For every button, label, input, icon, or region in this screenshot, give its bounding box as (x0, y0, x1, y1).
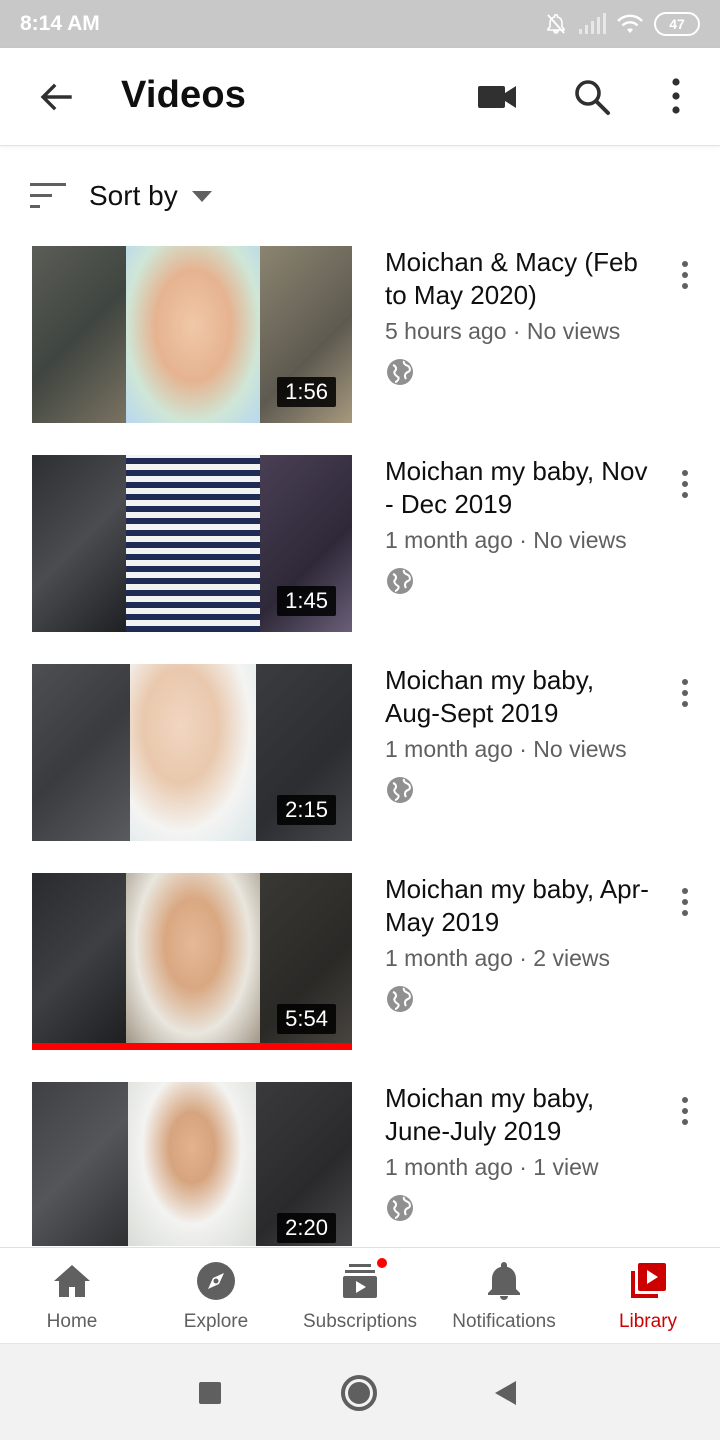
video-thumbnail[interactable]: 1:45 (32, 455, 352, 632)
subscriptions-icon (343, 1264, 377, 1298)
video-title[interactable]: Moichan my baby, Apr-May 2019 (385, 873, 653, 939)
video-thumbnail[interactable]: 5:54 (32, 873, 352, 1050)
battery-icon: 47 (654, 12, 700, 36)
bottom-nav: Home Explore Subscriptions Notifications… (0, 1247, 720, 1343)
nav-home[interactable]: Home (0, 1248, 144, 1344)
back-arrow-icon[interactable] (36, 77, 76, 117)
bell-icon (488, 1262, 520, 1300)
back-triangle-icon[interactable] (495, 1381, 516, 1405)
compass-icon (197, 1262, 235, 1300)
video-item[interactable]: 2:20 Moichan my baby, June-July 2019 1 m… (0, 1082, 720, 1260)
video-title[interactable]: Moichan my baby, Aug-Sept 2019 (385, 664, 653, 730)
globe-icon (387, 986, 413, 1012)
video-info: Moichan & Macy (Feb to May 2020) 5 hours… (385, 246, 653, 387)
home-icon (54, 1265, 90, 1297)
video-title[interactable]: Moichan my baby, June-July 2019 (385, 1082, 653, 1148)
video-thumbnail[interactable]: 1:56 (32, 246, 352, 423)
nav-home-label: Home (46, 1311, 98, 1332)
video-info: Moichan my baby, June-July 2019 1 month … (385, 1082, 653, 1223)
video-meta: 1 month ago · 1 view (385, 1154, 599, 1180)
video-item[interactable]: 1:45 Moichan my baby, Nov - Dec 2019 1 m… (0, 455, 720, 633)
video-duration: 1:45 (277, 586, 336, 616)
more-vert-icon[interactable] (672, 678, 698, 708)
video-info: Moichan my baby, Apr-May 2019 1 month ag… (385, 873, 653, 1014)
video-duration: 5:54 (277, 1004, 336, 1034)
status-bar: 8:14 AM 47 (0, 0, 720, 48)
wifi-icon (617, 14, 643, 33)
globe-icon (387, 359, 413, 385)
nav-library[interactable]: Library (576, 1248, 720, 1344)
video-item[interactable]: 2:15 Moichan my baby, Aug-Sept 2019 1 mo… (0, 664, 720, 842)
video-item[interactable]: 5:54 Moichan my baby, Apr-May 2019 1 mon… (0, 873, 720, 1051)
video-title[interactable]: Moichan & Macy (Feb to May 2020) (385, 246, 653, 312)
more-vert-icon[interactable] (664, 76, 688, 116)
status-icons: 47 (544, 12, 700, 36)
video-camera-icon[interactable] (476, 78, 518, 116)
nav-explore-label: Explore (183, 1311, 249, 1332)
video-meta: 5 hours ago · No views (385, 318, 621, 344)
app-bar: Videos (0, 48, 720, 146)
more-vert-icon[interactable] (672, 1096, 698, 1126)
video-info: Moichan my baby, Nov - Dec 2019 1 month … (385, 455, 653, 596)
nav-notifications[interactable]: Notifications (432, 1248, 576, 1344)
video-meta: 1 month ago · No views (385, 527, 627, 553)
nav-subscriptions[interactable]: Subscriptions (288, 1248, 432, 1344)
watched-progress-bar (32, 1043, 352, 1050)
signal-icon (579, 13, 606, 34)
sort-icon (30, 183, 66, 208)
video-duration: 2:20 (277, 1213, 336, 1243)
nav-subscriptions-label: Subscriptions (302, 1311, 418, 1332)
battery-level: 47 (669, 16, 685, 32)
video-thumbnail[interactable]: 2:20 (32, 1082, 352, 1246)
library-icon (631, 1263, 666, 1298)
video-meta: 1 month ago · 2 views (385, 945, 611, 971)
globe-icon (387, 1195, 413, 1221)
more-vert-icon[interactable] (672, 260, 698, 290)
bell-off-icon (547, 14, 565, 34)
video-duration: 2:15 (277, 795, 336, 825)
nav-library-label: Library (618, 1311, 678, 1332)
nav-explore[interactable]: Explore (144, 1248, 288, 1344)
video-duration: 1:56 (277, 377, 336, 407)
video-thumbnail[interactable]: 2:15 (32, 664, 352, 841)
globe-icon (387, 777, 413, 803)
globe-icon (387, 568, 413, 594)
more-vert-icon[interactable] (672, 469, 698, 499)
nav-notifications-label: Notifications (452, 1311, 556, 1332)
search-icon[interactable] (572, 77, 612, 117)
recents-square-icon[interactable] (199, 1382, 221, 1404)
notification-dot (375, 1256, 389, 1270)
home-circle-icon[interactable] (341, 1375, 377, 1411)
more-vert-icon[interactable] (672, 887, 698, 917)
video-meta: 1 month ago · No views (385, 736, 627, 762)
sort-button[interactable]: Sort by (0, 166, 720, 228)
system-nav-bar (0, 1343, 720, 1440)
page-title: Videos (121, 74, 247, 116)
sort-label: Sort by (89, 180, 178, 211)
video-item[interactable]: 1:56 Moichan & Macy (Feb to May 2020) 5 … (0, 246, 720, 424)
status-time: 8:14 AM (20, 12, 100, 35)
video-title[interactable]: Moichan my baby, Nov - Dec 2019 (385, 455, 653, 521)
video-info: Moichan my baby, Aug-Sept 2019 1 month a… (385, 664, 653, 805)
chevron-down-icon (192, 191, 212, 202)
